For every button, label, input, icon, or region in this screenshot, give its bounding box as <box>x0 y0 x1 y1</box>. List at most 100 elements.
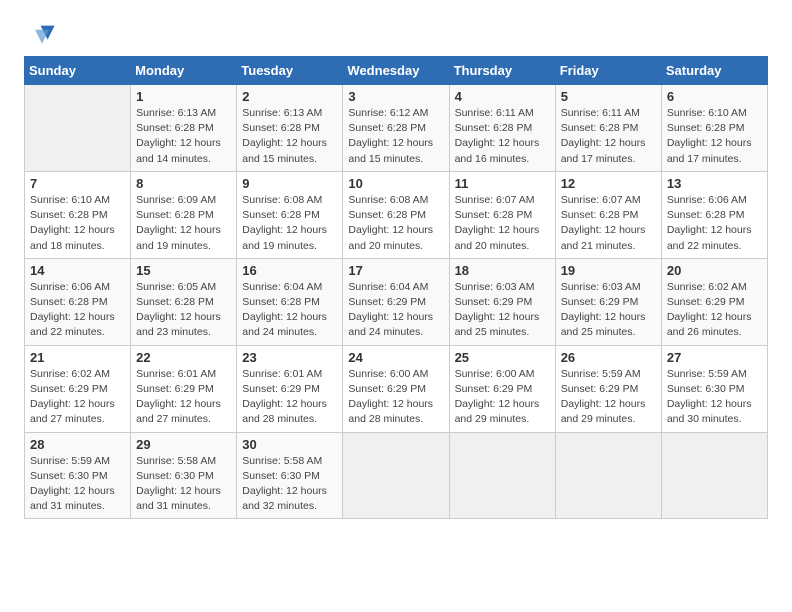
cell-date-number: 5 <box>561 89 656 104</box>
cell-info-text: Sunrise: 6:06 AMSunset: 6:28 PMDaylight:… <box>30 280 125 341</box>
calendar-cell: 21 Sunrise: 6:02 AMSunset: 6:29 PMDayligh… <box>25 345 131 432</box>
cell-info-text: Sunrise: 6:07 AMSunset: 6:28 PMDaylight:… <box>455 193 550 254</box>
calendar-cell: 3Sunrise: 6:12 AMSunset: 6:28 PMDaylight… <box>343 85 449 172</box>
calendar-cell <box>661 432 767 519</box>
calendar-cell: 19 Sunrise: 6:03 AMSunset: 6:29 PMDayligh… <box>555 258 661 345</box>
weekday-header-saturday: Saturday <box>661 57 767 85</box>
calendar-cell: 25 Sunrise: 6:00 AMSunset: 6:29 PMDayligh… <box>449 345 555 432</box>
calendar-week-row: 7 Sunrise: 6:10 AMSunset: 6:28 PMDaylight… <box>25 171 768 258</box>
calendar-cell: 27 Sunrise: 5:59 AMSunset: 6:30 PMDayligh… <box>661 345 767 432</box>
cell-info-text: Sunrise: 6:13 AMSunset: 6:28 PMDaylight:… <box>242 106 337 167</box>
weekday-header-wednesday: Wednesday <box>343 57 449 85</box>
cell-date-number: 12 <box>561 176 656 191</box>
calendar-table: SundayMondayTuesdayWednesdayThursdayFrid… <box>24 56 768 519</box>
calendar-cell: 12 Sunrise: 6:07 AMSunset: 6:28 PMDayligh… <box>555 171 661 258</box>
cell-info-text: Sunrise: 6:07 AMSunset: 6:28 PMDaylight:… <box>561 193 656 254</box>
calendar-cell: 9 Sunrise: 6:08 AMSunset: 6:28 PMDaylight… <box>237 171 343 258</box>
cell-info-text: Sunrise: 6:11 AMSunset: 6:28 PMDaylight:… <box>561 106 656 167</box>
cell-info-text: Sunrise: 6:03 AMSunset: 6:29 PMDaylight:… <box>561 280 656 341</box>
cell-date-number: 23 <box>242 350 337 365</box>
calendar-cell: 17Sunrise: 6:04 AMSunset: 6:29 PMDayligh… <box>343 258 449 345</box>
calendar-cell <box>25 85 131 172</box>
cell-date-number: 13 <box>667 176 762 191</box>
cell-date-number: 10 <box>348 176 443 191</box>
cell-info-text: Sunrise: 6:11 AMSunset: 6:28 PMDaylight:… <box>455 106 550 167</box>
logo-icon <box>28 20 56 48</box>
cell-info-text: Sunrise: 6:05 AMSunset: 6:28 PMDaylight:… <box>136 280 231 341</box>
calendar-cell: 6Sunrise: 6:10 AMSunset: 6:28 PMDaylight… <box>661 85 767 172</box>
calendar-cell: 15 Sunrise: 6:05 AMSunset: 6:28 PMDayligh… <box>131 258 237 345</box>
cell-date-number: 16 <box>242 263 337 278</box>
cell-date-number: 4 <box>455 89 550 104</box>
weekday-header-sunday: Sunday <box>25 57 131 85</box>
weekday-header-monday: Monday <box>131 57 237 85</box>
cell-info-text: Sunrise: 6:10 AMSunset: 6:28 PMDaylight:… <box>30 193 125 254</box>
cell-date-number: 21 <box>30 350 125 365</box>
calendar-cell: 8 Sunrise: 6:09 AMSunset: 6:28 PMDaylight… <box>131 171 237 258</box>
cell-info-text: Sunrise: 6:12 AMSunset: 6:28 PMDaylight:… <box>348 106 443 167</box>
cell-date-number: 7 <box>30 176 125 191</box>
cell-date-number: 25 <box>455 350 550 365</box>
cell-info-text: Sunrise: 6:00 AMSunset: 6:29 PMDaylight:… <box>455 367 550 428</box>
cell-info-text: Sunrise: 6:01 AMSunset: 6:29 PMDaylight:… <box>136 367 231 428</box>
cell-info-text: Sunrise: 6:13 AMSunset: 6:28 PMDaylight:… <box>136 106 231 167</box>
calendar-cell: 26Sunrise: 5:59 AMSunset: 6:29 PMDayligh… <box>555 345 661 432</box>
calendar-cell: 13Sunrise: 6:06 AMSunset: 6:28 PMDayligh… <box>661 171 767 258</box>
cell-info-text: Sunrise: 6:04 AMSunset: 6:29 PMDaylight:… <box>348 280 443 341</box>
cell-info-text: Sunrise: 6:04 AMSunset: 6:28 PMDaylight:… <box>242 280 337 341</box>
cell-info-text: Sunrise: 6:08 AMSunset: 6:28 PMDaylight:… <box>242 193 337 254</box>
cell-date-number: 20 <box>667 263 762 278</box>
cell-info-text: Sunrise: 6:08 AMSunset: 6:28 PMDaylight:… <box>348 193 443 254</box>
cell-date-number: 19 <box>561 263 656 278</box>
cell-date-number: 28 <box>30 437 125 452</box>
cell-date-number: 29 <box>136 437 231 452</box>
cell-date-number: 14 <box>30 263 125 278</box>
page-header <box>24 20 768 48</box>
cell-date-number: 24 <box>348 350 443 365</box>
calendar-cell: 18 Sunrise: 6:03 AMSunset: 6:29 PMDayligh… <box>449 258 555 345</box>
cell-info-text: Sunrise: 6:10 AMSunset: 6:28 PMDaylight:… <box>667 106 762 167</box>
calendar-week-row: 28 Sunrise: 5:59 AMSunset: 6:30 PMDayligh… <box>25 432 768 519</box>
calendar-week-row: 1 Sunrise: 6:13 AMSunset: 6:28 PMDaylight… <box>25 85 768 172</box>
calendar-cell: 23 Sunrise: 6:01 AMSunset: 6:29 PMDayligh… <box>237 345 343 432</box>
calendar-cell: 2Sunrise: 6:13 AMSunset: 6:28 PMDaylight… <box>237 85 343 172</box>
calendar-week-row: 21 Sunrise: 6:02 AMSunset: 6:29 PMDayligh… <box>25 345 768 432</box>
calendar-cell: 16 Sunrise: 6:04 AMSunset: 6:28 PMDayligh… <box>237 258 343 345</box>
calendar-cell: 28 Sunrise: 5:59 AMSunset: 6:30 PMDayligh… <box>25 432 131 519</box>
cell-info-text: Sunrise: 6:00 AMSunset: 6:29 PMDaylight:… <box>348 367 443 428</box>
cell-info-text: Sunrise: 6:09 AMSunset: 6:28 PMDaylight:… <box>136 193 231 254</box>
cell-date-number: 1 <box>136 89 231 104</box>
calendar-cell: 1 Sunrise: 6:13 AMSunset: 6:28 PMDaylight… <box>131 85 237 172</box>
calendar-cell: 20Sunrise: 6:02 AMSunset: 6:29 PMDayligh… <box>661 258 767 345</box>
calendar-cell: 22 Sunrise: 6:01 AMSunset: 6:29 PMDayligh… <box>131 345 237 432</box>
cell-info-text: Sunrise: 5:58 AMSunset: 6:30 PMDaylight:… <box>136 454 231 515</box>
calendar-cell: 4 Sunrise: 6:11 AMSunset: 6:28 PMDaylight… <box>449 85 555 172</box>
cell-info-text: Sunrise: 6:01 AMSunset: 6:29 PMDaylight:… <box>242 367 337 428</box>
cell-date-number: 26 <box>561 350 656 365</box>
cell-date-number: 30 <box>242 437 337 452</box>
calendar-cell <box>555 432 661 519</box>
cell-info-text: Sunrise: 5:58 AMSunset: 6:30 PMDaylight:… <box>242 454 337 515</box>
weekday-header-thursday: Thursday <box>449 57 555 85</box>
calendar-cell: 5 Sunrise: 6:11 AMSunset: 6:28 PMDaylight… <box>555 85 661 172</box>
calendar-cell <box>343 432 449 519</box>
cell-date-number: 9 <box>242 176 337 191</box>
calendar-week-row: 14 Sunrise: 6:06 AMSunset: 6:28 PMDayligh… <box>25 258 768 345</box>
cell-date-number: 8 <box>136 176 231 191</box>
cell-info-text: Sunrise: 6:02 AMSunset: 6:29 PMDaylight:… <box>30 367 125 428</box>
cell-info-text: Sunrise: 5:59 AMSunset: 6:30 PMDaylight:… <box>667 367 762 428</box>
cell-info-text: Sunrise: 6:03 AMSunset: 6:29 PMDaylight:… <box>455 280 550 341</box>
cell-info-text: Sunrise: 5:59 AMSunset: 6:30 PMDaylight:… <box>30 454 125 515</box>
calendar-cell <box>449 432 555 519</box>
calendar-cell: 10 Sunrise: 6:08 AMSunset: 6:28 PMDayligh… <box>343 171 449 258</box>
weekday-header-tuesday: Tuesday <box>237 57 343 85</box>
cell-date-number: 15 <box>136 263 231 278</box>
weekday-header-friday: Friday <box>555 57 661 85</box>
calendar-cell: 11Sunrise: 6:07 AMSunset: 6:28 PMDayligh… <box>449 171 555 258</box>
logo <box>24 20 56 48</box>
calendar-cell: 29 Sunrise: 5:58 AMSunset: 6:30 PMDayligh… <box>131 432 237 519</box>
cell-date-number: 18 <box>455 263 550 278</box>
calendar-cell: 30 Sunrise: 5:58 AMSunset: 6:30 PMDayligh… <box>237 432 343 519</box>
cell-date-number: 22 <box>136 350 231 365</box>
cell-date-number: 27 <box>667 350 762 365</box>
